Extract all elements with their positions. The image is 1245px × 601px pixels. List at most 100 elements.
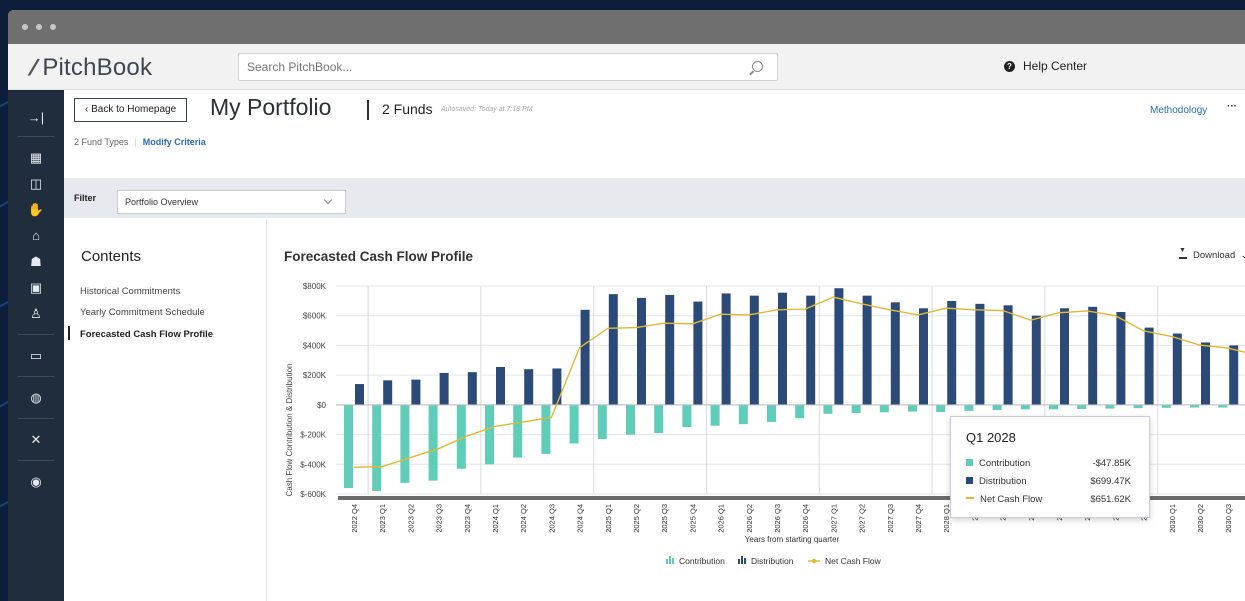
x-axis-title: Years from starting quarter	[745, 535, 840, 544]
tooltip-row-distribution: Distribution $699.47K	[966, 476, 1141, 487]
distribution-bar	[1116, 312, 1126, 405]
distribution-bar	[1060, 308, 1069, 405]
contribution-bar	[682, 404, 692, 428]
legend-net-marker	[811, 558, 817, 564]
x-tick-label: 2024 Q2	[519, 504, 528, 533]
tooltip-label: Contribution	[979, 458, 1031, 469]
search-box[interactable]	[238, 53, 778, 81]
pitchbook-mark-icon: /	[27, 55, 40, 80]
y-tick-label: $800K	[303, 282, 327, 291]
help-label: Help Center	[1023, 59, 1088, 73]
window-minimize-dot[interactable]	[36, 24, 42, 30]
contribution-bar	[541, 404, 551, 454]
distribution-bar	[1172, 333, 1182, 405]
x-tick-label: 2023 Q3	[435, 504, 444, 533]
brand-name: PitchBook	[42, 54, 153, 81]
x-tick-label: 2027 Q4	[914, 504, 923, 533]
window-titlebar	[8, 10, 1245, 44]
sidebar-divider	[18, 418, 54, 419]
y-tick-label: $200K	[303, 371, 327, 380]
distribution-bar	[693, 301, 703, 405]
y-tick-label: $-200K	[300, 431, 326, 440]
contribution-bar	[767, 404, 776, 422]
contribution-bar	[485, 404, 494, 465]
distribution-bar	[496, 366, 505, 405]
tooltip-value: $699.47K	[1090, 476, 1131, 487]
fund-types-label: 2 Fund Types	[74, 137, 129, 147]
distribution-bar	[721, 293, 731, 405]
legend-contribution-swatch	[672, 558, 674, 564]
contribution-bar	[654, 404, 664, 434]
x-tick-label: 2025 Q4	[688, 504, 697, 533]
main-content: ‹ Back to Homepage My Portfolio 2 Funds …	[64, 90, 1245, 601]
x-tick-label: 2025 Q2	[632, 504, 641, 533]
x-tick-label: 2030 Q1	[1168, 504, 1177, 533]
collapse-icon[interactable]: →|	[8, 106, 64, 130]
x-tick-label: 2023 Q4	[463, 504, 472, 533]
search-icon[interactable]	[752, 61, 763, 72]
contribution-bar	[710, 404, 720, 426]
legend-distribution-swatch	[738, 559, 740, 564]
book-icon[interactable]: ▭	[8, 344, 64, 368]
panel-divider	[266, 218, 267, 601]
filter-select[interactable]: Portfolio Overview	[117, 190, 346, 214]
toc-item-forecasted-cash-flow-profile[interactable]: Forecasted Cash Flow Profile	[80, 329, 213, 340]
bank-icon[interactable]: ⌂	[8, 224, 64, 248]
sidebar-divider	[18, 376, 54, 377]
contribution-swatch	[966, 459, 973, 466]
distribution-bar	[947, 301, 957, 405]
tools-icon[interactable]: ✕	[8, 428, 64, 452]
contribution-bar	[1020, 404, 1030, 410]
back-to-homepage-button[interactable]: ‹ Back to Homepage	[74, 98, 188, 122]
y-tick-label: $400K	[303, 341, 327, 350]
contribution-bar	[1105, 404, 1115, 409]
x-tick-label: 2024 Q4	[576, 504, 585, 533]
sidebar-divider	[18, 334, 54, 335]
download-icon	[1179, 247, 1187, 259]
x-tick-label: 2023 Q2	[406, 504, 415, 533]
x-tick-label: 2026 Q2	[745, 504, 754, 533]
x-tick-label: 2027 Q1	[829, 504, 838, 533]
help-icon: ?	[1004, 61, 1015, 73]
people-icon[interactable]: ☗	[8, 250, 64, 274]
y-tick-label: $0	[317, 401, 326, 410]
toc-item-historical-commitments[interactable]: Historical Commitments	[80, 286, 180, 297]
contents-heading: Contents	[81, 248, 142, 265]
money-icon[interactable]: ▣	[8, 276, 64, 300]
window-close-dot[interactable]	[22, 24, 28, 30]
distribution-bar	[524, 369, 534, 405]
investor-icon[interactable]: ♙	[8, 302, 64, 326]
building-icon[interactable]: ▦	[8, 146, 64, 170]
top-navigation: /PitchBook ? Help Center	[8, 44, 1245, 90]
globe-icon[interactable]: ◍	[8, 386, 64, 410]
modify-criteria-link[interactable]: Modify Criteria	[143, 137, 206, 147]
filter-bar: Filter Portfolio Overview	[64, 178, 1245, 218]
help-center-link[interactable]: ? Help Center	[1004, 59, 1087, 73]
distribution-bar	[975, 303, 985, 405]
more-options-icon[interactable]: ···	[1227, 101, 1237, 112]
distribution-bar	[919, 308, 928, 405]
x-tick-label: 2026 Q3	[773, 504, 782, 533]
download-label: Download	[1193, 250, 1236, 261]
search-input[interactable]	[239, 54, 719, 80]
sidebar-divider	[18, 136, 54, 137]
user-icon[interactable]: ◉	[8, 470, 64, 494]
window-zoom-dot[interactable]	[50, 24, 56, 30]
contribution-bar	[344, 404, 353, 489]
chart-tooltip: Q1 2028 Contribution -$47.85K Distributio…	[950, 416, 1150, 518]
methodology-link[interactable]: Methodology	[1150, 105, 1207, 116]
autosave-status: Autosaved: Today at 7:18 PM	[441, 106, 533, 113]
toc-item-yearly-commitment-schedule[interactable]: Yearly Commitment Schedule	[80, 307, 205, 318]
chevron-down-icon	[323, 195, 333, 205]
pitchbook-logo[interactable]: / PitchBook	[27, 54, 153, 82]
chart-icon[interactable]: ◫	[8, 172, 64, 196]
handshake-icon[interactable]: ✋	[8, 198, 64, 222]
distribution-bar	[637, 297, 646, 405]
contribution-bar	[992, 404, 1002, 411]
filter-select-value: Portfolio Overview	[125, 197, 199, 207]
distribution-bar	[411, 379, 421, 405]
left-sidebar: →| ▦ ◫ ✋ ⌂ ☗ ▣ ♙ ▭ ◍ ✕ ◉	[8, 90, 64, 601]
x-tick-label: 2024 Q3	[547, 504, 556, 533]
download-button[interactable]: Download ⌄	[1179, 247, 1245, 261]
legend-distribution-swatch	[741, 556, 743, 564]
